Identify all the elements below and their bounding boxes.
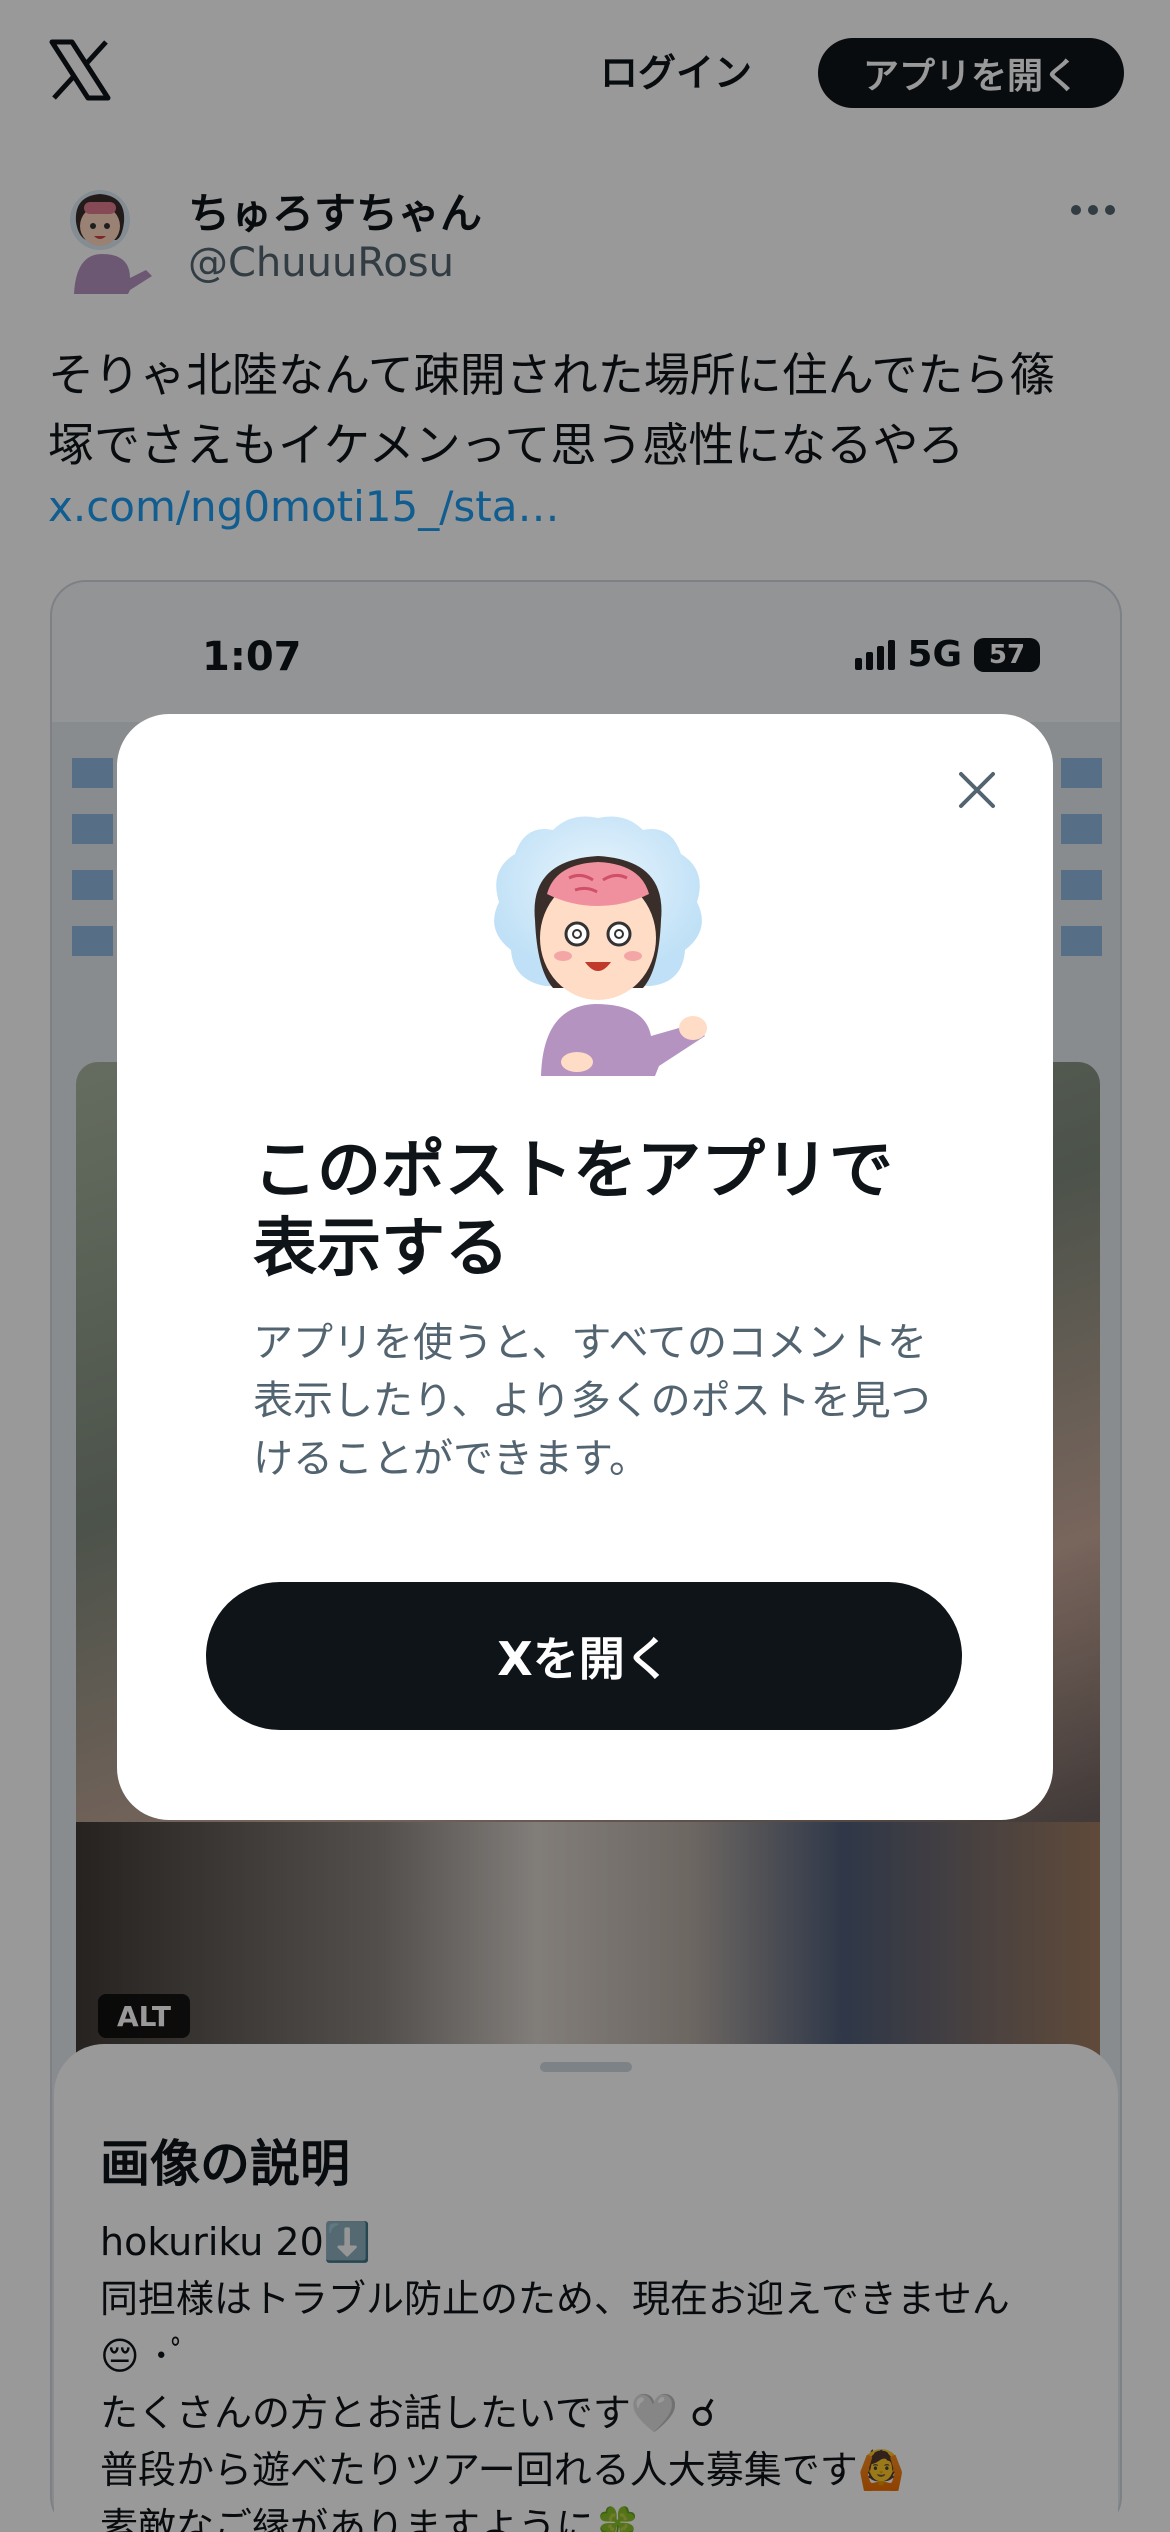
open-x-button[interactable]: Xを開く xyxy=(206,1582,962,1730)
close-icon[interactable] xyxy=(953,766,1001,814)
modal-description: アプリを使うと、すべてのコメントを表示したり、より多くのポストを見つけることがで… xyxy=(253,1320,931,1482)
modal-title: このポストをアプリで表示する xyxy=(253,1134,893,1286)
open-in-app-modal: このポストをアプリで表示する アプリを使うと、すべてのコメントを表示したり、より… xyxy=(117,714,1053,1820)
profile-illustration xyxy=(494,816,707,1076)
